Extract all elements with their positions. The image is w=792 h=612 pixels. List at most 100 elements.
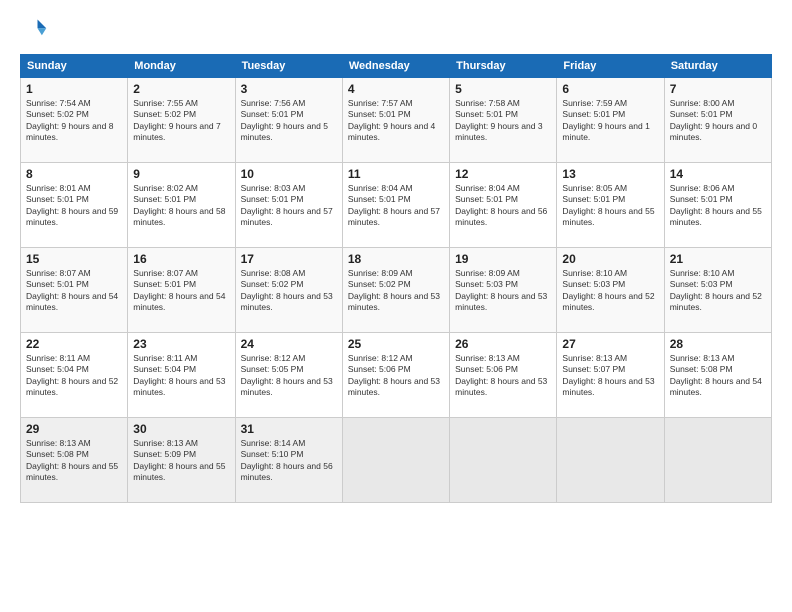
calendar-cell: 12 Sunrise: 8:04 AM Sunset: 5:01 PM Dayl… (450, 163, 557, 248)
day-number: 28 (670, 337, 766, 351)
day-info: Sunrise: 8:01 AM Sunset: 5:01 PM Dayligh… (26, 183, 122, 229)
weekday-header-friday: Friday (557, 55, 664, 78)
day-number: 20 (562, 252, 658, 266)
calendar-cell: 9 Sunrise: 8:02 AM Sunset: 5:01 PM Dayli… (128, 163, 235, 248)
day-info: Sunrise: 7:58 AM Sunset: 5:01 PM Dayligh… (455, 98, 551, 144)
day-number: 30 (133, 422, 229, 436)
calendar-cell: 8 Sunrise: 8:01 AM Sunset: 5:01 PM Dayli… (21, 163, 128, 248)
day-number: 8 (26, 167, 122, 181)
day-number: 26 (455, 337, 551, 351)
calendar-cell: 10 Sunrise: 8:03 AM Sunset: 5:01 PM Dayl… (235, 163, 342, 248)
day-info: Sunrise: 8:11 AM Sunset: 5:04 PM Dayligh… (133, 353, 229, 399)
page: SundayMondayTuesdayWednesdayThursdayFrid… (0, 0, 792, 612)
day-info: Sunrise: 8:12 AM Sunset: 5:06 PM Dayligh… (348, 353, 444, 399)
day-number: 18 (348, 252, 444, 266)
day-number: 23 (133, 337, 229, 351)
day-number: 25 (348, 337, 444, 351)
day-info: Sunrise: 7:54 AM Sunset: 5:02 PM Dayligh… (26, 98, 122, 144)
day-info: Sunrise: 8:08 AM Sunset: 5:02 PM Dayligh… (241, 268, 337, 314)
day-info: Sunrise: 8:12 AM Sunset: 5:05 PM Dayligh… (241, 353, 337, 399)
day-number: 31 (241, 422, 337, 436)
weekday-header-thursday: Thursday (450, 55, 557, 78)
day-info: Sunrise: 8:13 AM Sunset: 5:09 PM Dayligh… (133, 438, 229, 484)
day-info: Sunrise: 8:04 AM Sunset: 5:01 PM Dayligh… (348, 183, 444, 229)
day-number: 19 (455, 252, 551, 266)
day-info: Sunrise: 8:09 AM Sunset: 5:03 PM Dayligh… (455, 268, 551, 314)
calendar-cell: 23 Sunrise: 8:11 AM Sunset: 5:04 PM Dayl… (128, 333, 235, 418)
day-number: 6 (562, 82, 658, 96)
day-info: Sunrise: 7:55 AM Sunset: 5:02 PM Dayligh… (133, 98, 229, 144)
day-info: Sunrise: 8:06 AM Sunset: 5:01 PM Dayligh… (670, 183, 766, 229)
calendar-cell: 20 Sunrise: 8:10 AM Sunset: 5:03 PM Dayl… (557, 248, 664, 333)
week-row-3: 15 Sunrise: 8:07 AM Sunset: 5:01 PM Dayl… (21, 248, 772, 333)
calendar-cell: 7 Sunrise: 8:00 AM Sunset: 5:01 PM Dayli… (664, 78, 771, 163)
week-row-1: 1 Sunrise: 7:54 AM Sunset: 5:02 PM Dayli… (21, 78, 772, 163)
calendar-cell: 5 Sunrise: 7:58 AM Sunset: 5:01 PM Dayli… (450, 78, 557, 163)
week-row-2: 8 Sunrise: 8:01 AM Sunset: 5:01 PM Dayli… (21, 163, 772, 248)
calendar-cell: 3 Sunrise: 7:56 AM Sunset: 5:01 PM Dayli… (235, 78, 342, 163)
calendar-cell: 14 Sunrise: 8:06 AM Sunset: 5:01 PM Dayl… (664, 163, 771, 248)
day-info: Sunrise: 8:13 AM Sunset: 5:06 PM Dayligh… (455, 353, 551, 399)
calendar-cell: 24 Sunrise: 8:12 AM Sunset: 5:05 PM Dayl… (235, 333, 342, 418)
logo (20, 16, 52, 44)
day-number: 24 (241, 337, 337, 351)
calendar-cell: 21 Sunrise: 8:10 AM Sunset: 5:03 PM Dayl… (664, 248, 771, 333)
day-number: 12 (455, 167, 551, 181)
weekday-header-monday: Monday (128, 55, 235, 78)
day-number: 9 (133, 167, 229, 181)
day-info: Sunrise: 8:07 AM Sunset: 5:01 PM Dayligh… (133, 268, 229, 314)
day-number: 29 (26, 422, 122, 436)
calendar-cell: 15 Sunrise: 8:07 AM Sunset: 5:01 PM Dayl… (21, 248, 128, 333)
calendar-cell (342, 418, 449, 503)
day-info: Sunrise: 8:11 AM Sunset: 5:04 PM Dayligh… (26, 353, 122, 399)
day-number: 5 (455, 82, 551, 96)
day-number: 15 (26, 252, 122, 266)
calendar-cell: 18 Sunrise: 8:09 AM Sunset: 5:02 PM Dayl… (342, 248, 449, 333)
day-number: 27 (562, 337, 658, 351)
day-info: Sunrise: 8:13 AM Sunset: 5:08 PM Dayligh… (670, 353, 766, 399)
day-number: 2 (133, 82, 229, 96)
day-number: 13 (562, 167, 658, 181)
calendar-cell: 13 Sunrise: 8:05 AM Sunset: 5:01 PM Dayl… (557, 163, 664, 248)
calendar-cell: 16 Sunrise: 8:07 AM Sunset: 5:01 PM Dayl… (128, 248, 235, 333)
day-number: 4 (348, 82, 444, 96)
day-info: Sunrise: 8:10 AM Sunset: 5:03 PM Dayligh… (562, 268, 658, 314)
weekday-header-row: SundayMondayTuesdayWednesdayThursdayFrid… (21, 55, 772, 78)
calendar-cell: 27 Sunrise: 8:13 AM Sunset: 5:07 PM Dayl… (557, 333, 664, 418)
calendar-cell: 2 Sunrise: 7:55 AM Sunset: 5:02 PM Dayli… (128, 78, 235, 163)
day-info: Sunrise: 8:02 AM Sunset: 5:01 PM Dayligh… (133, 183, 229, 229)
day-number: 17 (241, 252, 337, 266)
calendar-cell: 17 Sunrise: 8:08 AM Sunset: 5:02 PM Dayl… (235, 248, 342, 333)
day-info: Sunrise: 7:57 AM Sunset: 5:01 PM Dayligh… (348, 98, 444, 144)
day-number: 10 (241, 167, 337, 181)
calendar-cell: 6 Sunrise: 7:59 AM Sunset: 5:01 PM Dayli… (557, 78, 664, 163)
day-number: 16 (133, 252, 229, 266)
day-info: Sunrise: 8:13 AM Sunset: 5:08 PM Dayligh… (26, 438, 122, 484)
weekday-header-saturday: Saturday (664, 55, 771, 78)
logo-icon (20, 16, 48, 44)
calendar-cell: 25 Sunrise: 8:12 AM Sunset: 5:06 PM Dayl… (342, 333, 449, 418)
day-number: 3 (241, 82, 337, 96)
day-number: 21 (670, 252, 766, 266)
calendar-cell: 19 Sunrise: 8:09 AM Sunset: 5:03 PM Dayl… (450, 248, 557, 333)
day-number: 14 (670, 167, 766, 181)
day-info: Sunrise: 7:56 AM Sunset: 5:01 PM Dayligh… (241, 98, 337, 144)
day-number: 11 (348, 167, 444, 181)
week-row-4: 22 Sunrise: 8:11 AM Sunset: 5:04 PM Dayl… (21, 333, 772, 418)
calendar-cell: 22 Sunrise: 8:11 AM Sunset: 5:04 PM Dayl… (21, 333, 128, 418)
calendar: SundayMondayTuesdayWednesdayThursdayFrid… (20, 54, 772, 503)
header (20, 16, 772, 44)
day-info: Sunrise: 8:13 AM Sunset: 5:07 PM Dayligh… (562, 353, 658, 399)
day-info: Sunrise: 8:00 AM Sunset: 5:01 PM Dayligh… (670, 98, 766, 144)
day-info: Sunrise: 8:05 AM Sunset: 5:01 PM Dayligh… (562, 183, 658, 229)
day-info: Sunrise: 8:04 AM Sunset: 5:01 PM Dayligh… (455, 183, 551, 229)
day-info: Sunrise: 8:10 AM Sunset: 5:03 PM Dayligh… (670, 268, 766, 314)
calendar-cell: 11 Sunrise: 8:04 AM Sunset: 5:01 PM Dayl… (342, 163, 449, 248)
weekday-header-wednesday: Wednesday (342, 55, 449, 78)
weekday-header-sunday: Sunday (21, 55, 128, 78)
day-number: 1 (26, 82, 122, 96)
day-info: Sunrise: 7:59 AM Sunset: 5:01 PM Dayligh… (562, 98, 658, 144)
calendar-cell: 30 Sunrise: 8:13 AM Sunset: 5:09 PM Dayl… (128, 418, 235, 503)
calendar-cell: 1 Sunrise: 7:54 AM Sunset: 5:02 PM Dayli… (21, 78, 128, 163)
week-row-5: 29 Sunrise: 8:13 AM Sunset: 5:08 PM Dayl… (21, 418, 772, 503)
